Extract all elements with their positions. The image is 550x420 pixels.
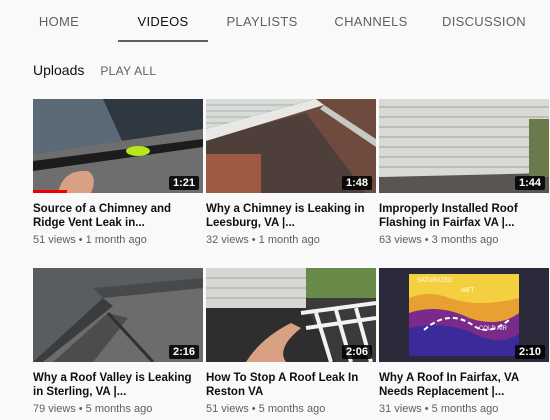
separator-dot: • xyxy=(78,403,83,415)
video-title-line: Improperly Installed Roof xyxy=(379,203,518,215)
separator-dot: • xyxy=(78,234,83,246)
view-count: 51 views xyxy=(206,403,249,415)
video-title-line: Reston VA xyxy=(206,386,264,398)
video-thumbnail[interactable]: SATURATED WET COLD AIR 2:10 xyxy=(379,268,549,362)
view-count: 31 views xyxy=(379,403,422,415)
upload-age: 5 months ago xyxy=(258,403,326,415)
video-meta: 31 views • 5 months ago xyxy=(379,403,549,416)
view-count: 79 views xyxy=(33,403,76,415)
video-title-line: Why a Chimney is Leaking in xyxy=(206,203,365,215)
video-title-line: Leesburg, VA |... xyxy=(206,217,295,229)
video-title-line: Why A Roof In Fairfax, VA xyxy=(379,372,520,384)
separator-dot: • xyxy=(251,403,256,415)
video-meta: 51 views • 1 month ago xyxy=(33,234,203,247)
separator-dot: • xyxy=(424,234,429,246)
video-thumbnail[interactable]: 2:06 xyxy=(206,268,376,362)
video-title-line: Why a Roof Valley is Leaking xyxy=(33,372,192,384)
video-title-line: Ridge Vent Leak in... xyxy=(33,217,145,229)
video-duration: 1:48 xyxy=(341,176,372,190)
video-title[interactable]: Source of a Chimney and Ridge Vent Leak … xyxy=(33,202,203,230)
thermal-label-saturated: SATURATED xyxy=(417,278,453,284)
video-title[interactable]: Improperly Installed Roof Flashing in Fa… xyxy=(379,202,549,230)
video-thumbnail[interactable]: 1:21 xyxy=(33,99,203,193)
video-meta: 32 views • 1 month ago xyxy=(206,234,376,247)
video-duration: 2:16 xyxy=(168,345,199,359)
video-card[interactable]: 2:06 How To Stop A Roof Leak In Reston V… xyxy=(206,268,376,416)
video-title[interactable]: Why A Roof In Fairfax, VA Needs Replacem… xyxy=(379,371,549,399)
video-thumbnail[interactable]: 2:16 xyxy=(33,268,203,362)
video-title[interactable]: How To Stop A Roof Leak In Reston VA xyxy=(206,371,376,399)
video-card[interactable]: 1:44 Improperly Installed Roof Flashing … xyxy=(379,99,549,247)
view-count: 63 views xyxy=(379,234,422,246)
video-meta: 79 views • 5 months ago xyxy=(33,403,203,416)
thermal-label-wet: WET xyxy=(461,288,475,294)
video-card[interactable]: SATURATED WET COLD AIR 2:10 Why A Roof I… xyxy=(379,268,549,416)
tab-home[interactable]: HOME xyxy=(0,0,118,42)
video-title-line: How To Stop A Roof Leak In xyxy=(206,372,359,384)
video-title[interactable]: Why a Roof Valley is Leaking in Sterling… xyxy=(33,371,203,399)
separator-dot: • xyxy=(424,403,429,415)
video-duration: 2:10 xyxy=(514,345,545,359)
video-meta: 63 views • 3 months ago xyxy=(379,234,549,247)
watch-progress-bar xyxy=(33,190,67,193)
tab-videos[interactable]: VIDEOS xyxy=(118,0,208,42)
video-card[interactable]: 1:21 Source of a Chimney and Ridge Vent … xyxy=(33,99,203,247)
upload-age: 5 months ago xyxy=(431,403,499,415)
tab-playlists[interactable]: PLAYLISTS xyxy=(208,0,316,42)
upload-age: 1 month ago xyxy=(85,234,147,246)
upload-age: 5 months ago xyxy=(85,403,153,415)
video-title-line: in Sterling, VA |... xyxy=(33,386,127,398)
upload-age: 1 month ago xyxy=(258,234,320,246)
video-title-line: Source of a Chimney and xyxy=(33,203,172,215)
video-meta: 51 views • 5 months ago xyxy=(206,403,376,416)
video-title-line: Flashing in Fairfax VA |... xyxy=(379,217,515,229)
uploads-header: Uploads PLAY ALL xyxy=(33,62,156,78)
section-title: Uploads xyxy=(33,62,85,78)
video-card[interactable]: 1:48 Why a Chimney is Leaking in Leesbur… xyxy=(206,99,376,247)
video-title[interactable]: Why a Chimney is Leaking in Leesburg, VA… xyxy=(206,202,376,230)
video-duration: 2:06 xyxy=(341,345,372,359)
play-all-button[interactable]: PLAY ALL xyxy=(100,64,156,78)
view-count: 32 views xyxy=(206,234,249,246)
video-thumbnail[interactable]: 1:48 xyxy=(206,99,376,193)
video-thumbnail[interactable]: 1:44 xyxy=(379,99,549,193)
separator-dot: • xyxy=(251,234,256,246)
tab-channels[interactable]: CHANNELS xyxy=(316,0,426,42)
channel-tabs: HOME VIDEOS PLAYLISTS CHANNELS DISCUSSIO… xyxy=(0,0,550,42)
view-count: 51 views xyxy=(33,234,76,246)
video-duration: 1:44 xyxy=(514,176,545,190)
upload-age: 3 months ago xyxy=(431,234,499,246)
video-duration: 1:21 xyxy=(168,176,199,190)
tab-discussion[interactable]: DISCUSSION xyxy=(426,0,542,42)
thermal-label-cold-air: COLD AIR xyxy=(479,326,508,332)
video-title-line: Needs Replacement |... xyxy=(379,386,505,398)
video-card[interactable]: 2:16 Why a Roof Valley is Leaking in Ste… xyxy=(33,268,203,416)
